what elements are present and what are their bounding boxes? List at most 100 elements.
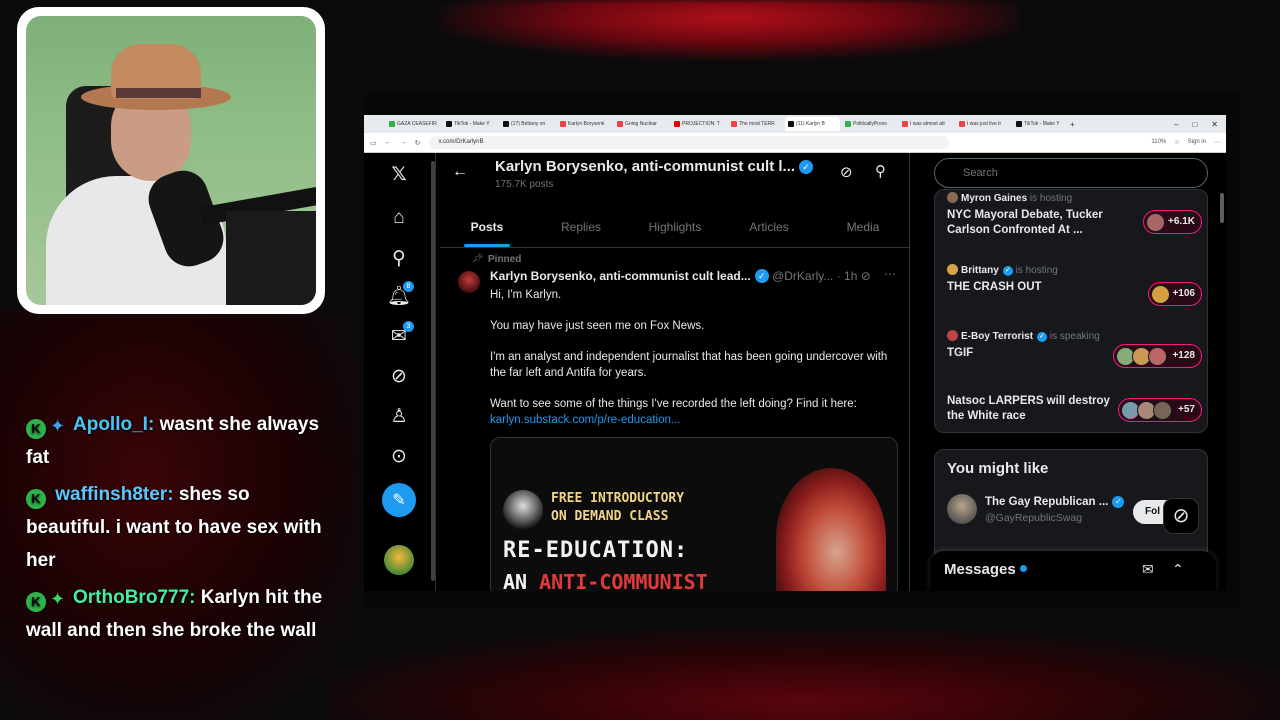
browser-tab-active[interactable]: (11) Karlyn B [785,117,840,131]
media-subtitle: AN ANTI-COMMUNIST [503,570,708,591]
grok-icon[interactable]: ⊘ [840,163,853,181]
tweet-author-avatar[interactable] [458,271,480,293]
more-circle-icon[interactable]: ⊙ [386,443,412,469]
new-message-icon[interactable]: ✉ [1142,561,1154,578]
space-listener-count: +6.1K [1143,210,1202,234]
messages-drawer[interactable]: Messages ✉ ⌃ [930,551,1216,591]
close-icon[interactable]: ✕ [1211,120,1218,129]
tab-replies[interactable]: Replies [534,208,628,247]
chat-message: K ✦ Apollo_I: wasnt she always fat [26,408,326,474]
browser-tab[interactable]: TikTok - Make Y [1013,117,1068,131]
media-title: RE-EDUCATION: [503,538,689,563]
home-icon[interactable]: ⌂ [386,205,412,231]
nav-scrollbar[interactable] [430,153,436,591]
browser-tab[interactable]: I was just live tr [956,117,1011,131]
chat-username: waffinsh8ter [55,484,168,505]
browser-tab[interactable]: The most TERR [728,117,783,131]
pinned-tweet[interactable]: 📌︎ Pinned Karlyn Borysenko, anti-communi… [440,249,910,591]
chevron-up-icon[interactable]: ⌃ [1172,561,1184,578]
suggestion-avatar[interactable] [947,494,977,524]
profile-tabs: Posts Replies Highlights Articles Media [440,208,910,248]
browser-tab-bar: GAZA CEASEFIR TikTok - Make Y (17) Britt… [364,115,1226,133]
tweet-author-handle: @DrKarly... [772,269,834,283]
space-title: TGIF [947,347,974,359]
search-icon[interactable]: ⚲ [875,162,886,180]
x-logo-icon[interactable]: 𝕏 [386,161,412,187]
search-icon[interactable]: ⚲ [386,245,412,271]
chat-username: OrthoBro777 [73,587,190,608]
webcam-video [26,16,316,305]
pin-icon: 📌︎ [472,253,484,263]
profile-name: Karlyn Borysenko, anti-communist cult l.… [495,158,814,175]
browser-tab[interactable]: PoliticallyProvo [842,117,897,131]
profile-header: ← Karlyn Borysenko, anti-communist cult … [440,153,910,203]
browser-tab[interactable]: GAZA CEASEFIR [386,117,441,131]
kick-badge-icon: K [26,489,46,509]
background-glow-top [440,0,1020,60]
chat-message: K ✦ OrthoBro777: Karlyn hit the wall and t… [26,581,326,647]
tab-media[interactable]: Media [816,208,910,247]
space-listener-count: +106 [1147,282,1202,306]
media-class-text: FREE INTRODUCTORY ON DEMAND CLASS [551,491,685,524]
browser-tab[interactable]: Karlyn Borysenk [557,117,612,131]
grok-float-button[interactable]: ⊘ [1163,498,1199,534]
tweet-author-name[interactable]: Karlyn Borysenko, anti-communist cult le… [490,269,751,283]
space-title: NYC Mayoral Debate, Tucker Carlson Confr… [947,209,1103,236]
url-input[interactable]: x.com/DrKarlynB [428,136,949,149]
bookmark-star-icon[interactable]: ☆ [1174,139,1179,146]
new-tab-icon[interactable]: + [1070,120,1075,129]
search-input[interactable]: Search [934,158,1208,188]
browser-tab[interactable]: TikTok - Make Y [443,117,498,131]
grok-icon[interactable]: ⊘ [386,363,412,389]
zoom-level[interactable]: 110% [1151,139,1166,146]
profile-main-column: ← Karlyn Borysenko, anti-communist cult … [440,153,910,591]
browser-tab[interactable]: Going Nuclear [614,117,669,131]
space-item[interactable]: Brittany ✓ is hosting THE CRASH OUT +106 [947,264,1202,306]
chat-username: Apollo_I [73,414,148,435]
you-might-like-title: You might like [947,460,1049,477]
browser-tab[interactable]: (17) Brittany on [500,117,555,131]
tab-articles[interactable]: Articles [722,208,816,247]
messages-mail-icon[interactable]: ✉ 3 [386,321,414,349]
page-scrollbar[interactable] [1220,153,1225,591]
space-item[interactable]: Myron Gaines is hosting NYC Mayoral Deba… [947,192,1202,238]
suggestion-name[interactable]: The Gay Republican ... ✓ [985,496,1125,508]
browser-window: GAZA CEASEFIR TikTok - Make Y (17) Britt… [364,115,1226,591]
sparkle-badge-icon: ✦ [50,589,66,609]
browser-tab[interactable]: I was almost att [899,117,954,131]
tweet-time[interactable]: · 1h [837,269,858,283]
tweet-text: Hi, I'm Karlyn. You may have just seen m… [490,287,890,428]
grok-icon[interactable]: ⊘ [861,269,871,283]
pinned-label: Pinned [488,254,522,265]
back-arrow-icon[interactable]: ← [452,163,468,181]
menu-dots-icon[interactable]: ⋯ [1214,139,1220,146]
unread-dot-icon [1019,565,1027,572]
forward-icon[interactable]: → [400,139,407,146]
space-item[interactable]: Natsoc LARPERS will destroy the White ra… [947,394,1202,424]
browser-tab[interactable]: PROJECTION: T [671,117,726,131]
sidebar-toggle-icon[interactable]: ▭ [370,139,377,147]
signin-button[interactable]: Sign in [1188,139,1206,146]
tweet-link[interactable]: karlyn.substack.com/p/re-education... [490,412,890,428]
right-sidebar: ⚲ Search Myron Gaines is hosting NYC May… [930,153,1216,591]
messages-title: Messages [944,561,1027,578]
more-options-icon[interactable]: ⋯ [884,267,896,281]
webcam-cabinet [226,211,316,305]
maximize-icon[interactable]: □ [1192,120,1197,129]
minimize-icon[interactable]: – [1174,120,1178,129]
profile-icon[interactable]: ♙ [386,403,412,429]
webcam-hat-band [116,88,201,98]
tab-highlights[interactable]: Highlights [628,208,722,247]
space-item[interactable]: E-Boy Terrorist ✓ is speaking TGIF +128 [947,330,1202,368]
back-icon[interactable]: ← [385,139,392,146]
tab-posts[interactable]: Posts [440,208,534,247]
live-spaces-panel: Myron Gaines is hosting NYC Mayoral Deba… [934,189,1208,433]
account-avatar[interactable] [384,545,414,575]
notifications-bell-icon[interactable]: 🔔︎ 8 [386,281,414,309]
media-portrait [776,468,886,591]
tweet-media-image[interactable]: FREE INTRODUCTORY ON DEMAND CLASS RE-EDUC… [490,437,898,591]
reload-icon[interactable]: ↻ [415,139,421,147]
stream-chat: K ✦ Apollo_I: wasnt she always fat K waffi… [26,408,326,651]
skull-logo-icon [503,490,543,530]
compose-post-button[interactable]: ✎ [382,483,416,517]
